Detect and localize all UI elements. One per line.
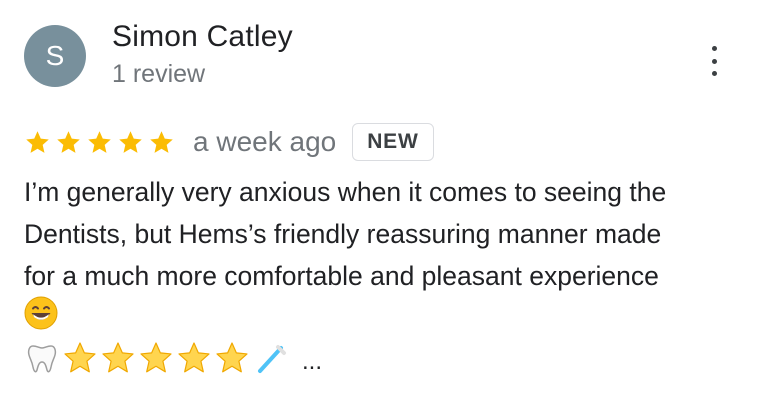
review-text-line: Dentists, but Hems’s friendly reassuring…	[24, 219, 662, 249]
star-icon	[88, 130, 111, 153]
new-badge: NEW	[352, 123, 434, 161]
emoji-line: ...	[24, 340, 322, 376]
star-emoji-icon	[178, 342, 210, 373]
star-emoji-icon	[102, 342, 134, 373]
reviewer-name[interactable]: Simon Catley	[112, 20, 293, 54]
review-time: a week ago	[193, 126, 337, 157]
more-text-ellipsis[interactable]: ...	[302, 350, 322, 374]
reviewer-review-count[interactable]: 1 review	[112, 60, 205, 89]
grinning-face-icon	[24, 296, 58, 330]
star-icon	[119, 130, 142, 153]
review-card: S Simon Catley 1 review a week ago NEW I…	[0, 0, 774, 404]
tooth-icon	[27, 345, 57, 373]
star-icon	[150, 130, 173, 153]
review-text: I’m generally very anxious when it comes…	[24, 171, 764, 297]
star-icon	[26, 130, 49, 153]
avatar-initial: S	[45, 40, 65, 71]
more-options-icon[interactable]	[702, 46, 726, 76]
rating-row: a week ago NEW	[24, 120, 434, 164]
avatar[interactable]: S	[24, 25, 86, 87]
star-emoji-icon	[140, 342, 172, 373]
emoji-row	[24, 296, 58, 330]
star-emoji-icon	[64, 342, 96, 373]
review-text-line: for a much more comfortable and pleasant…	[24, 261, 659, 291]
toothbrush-icon	[258, 345, 286, 373]
star-icon	[57, 130, 80, 153]
emoji-star-group	[62, 340, 250, 376]
star-rating	[24, 129, 175, 156]
review-text-line: I’m generally very anxious when it comes…	[24, 177, 667, 207]
star-emoji-icon	[216, 342, 248, 373]
